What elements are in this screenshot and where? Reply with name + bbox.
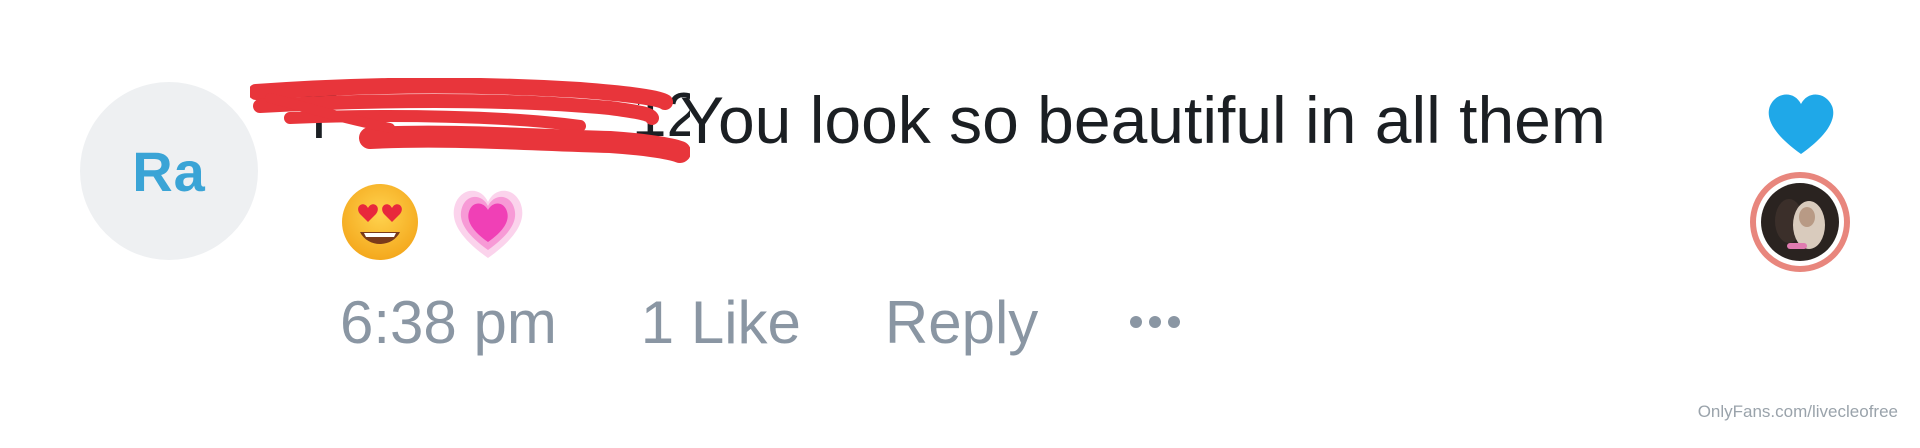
comment-timestamp: 6:38 pm [340,288,557,356]
author-avatar[interactable]: Ra [80,82,258,260]
reply-button[interactable]: Reply [885,288,1038,357]
liker-avatar[interactable] [1750,172,1850,272]
watermark: OnlyFans.com/livecleofree [1697,402,1898,421]
author-initials: Ra [132,139,206,203]
heart-eyes-emoji-icon [342,184,418,260]
likes-count[interactable]: 1 Like [641,288,801,357]
more-dots-icon [1130,316,1181,328]
heart-icon[interactable] [1764,90,1838,156]
comment-meta: 6:38 pm 1 Like Reply [340,282,1182,362]
comment-emojis [338,180,530,264]
more-options-button[interactable] [1128,282,1182,362]
liker-photo-icon [1761,183,1839,261]
comment-item: Ra T 12 You look so beautiful in all the… [0,0,1920,448]
growing-heart-emoji-icon [453,190,523,258]
redacted-username: T 12 [250,78,690,163]
comment-text: You look so beautiful in all them [680,83,1606,157]
